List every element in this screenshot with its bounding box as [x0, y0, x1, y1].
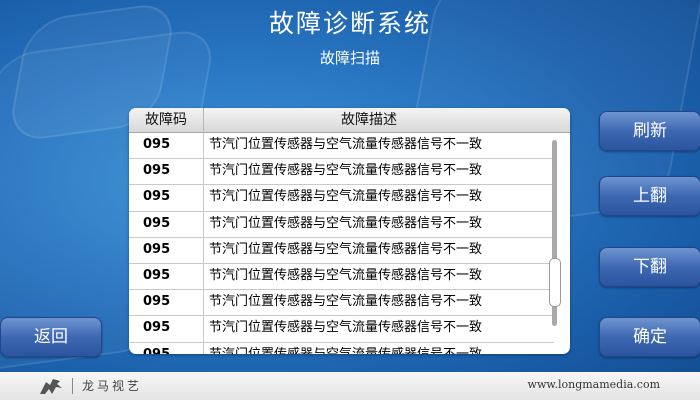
column-divider	[203, 237, 204, 263]
footer-bar: 龙马视艺 www.longmamedia.com	[0, 372, 700, 400]
fault-code: 095	[143, 163, 171, 179]
fault-code: 095	[143, 294, 171, 310]
column-divider	[203, 211, 204, 237]
fault-description: 节汽门位置传感器与空气流量传感器信号不一致	[209, 163, 483, 179]
fault-description: 节汽门位置传感器与空气流量传感器信号不一致	[209, 189, 483, 205]
refresh-button[interactable]: 刷新	[599, 111, 700, 151]
fault-code-table: 故障码 故障描述 095 节汽门位置传感器与空气流量传感器信号不一致 095 节…	[129, 108, 570, 354]
footer-divider	[72, 378, 73, 394]
column-divider	[203, 263, 204, 290]
fault-description: 节汽门位置传感器与空气流量传感器信号不一致	[209, 215, 483, 231]
table-row[interactable]: 095 节汽门位置传感器与空气流量传感器信号不一致	[129, 211, 554, 238]
table-row[interactable]: 095 节汽门位置传感器与空气流量传感器信号不一致	[129, 263, 554, 291]
fault-description: 节汽门位置传感器与空气流量传感器信号不一致	[209, 267, 483, 283]
column-divider	[203, 133, 204, 159]
fault-code: 095	[143, 346, 171, 355]
column-divider	[203, 342, 204, 354]
table-body: 095 节汽门位置传感器与空气流量传感器信号不一致 095 节汽门位置传感器与空…	[129, 133, 554, 354]
page-up-button[interactable]: 上翻	[599, 176, 700, 216]
fault-description: 节汽门位置传感器与空气流量传感器信号不一致	[209, 294, 483, 310]
fault-description: 节汽门位置传感器与空气流量传感器信号不一致	[209, 320, 483, 336]
fault-code: 095	[143, 241, 171, 257]
column-divider	[203, 159, 204, 185]
page-down-button[interactable]: 下翻	[599, 247, 700, 287]
brand-name: 龙马视艺	[82, 379, 143, 393]
fault-code: 095	[143, 320, 171, 336]
table-row[interactable]: 095 节汽门位置传感器与空气流量传感器信号不一致	[129, 185, 554, 212]
fault-code: 095	[143, 137, 171, 152]
page-subtitle: 故障扫描	[319, 49, 380, 67]
horse-logo-icon	[40, 379, 62, 394]
table-row[interactable]: 095 节汽门位置传感器与空气流量传感器信号不一致	[129, 316, 554, 343]
column-header-code: 故障码	[129, 108, 204, 132]
table-row[interactable]: 095 节汽门位置传感器与空气流量传感器信号不一致	[129, 159, 554, 186]
table-row[interactable]: 095 节汽门位置传感器与空气流量传感器信号不一致	[129, 133, 554, 160]
table-header: 故障码 故障描述	[129, 108, 570, 133]
column-header-description: 故障描述	[341, 112, 397, 128]
fault-code: 095	[143, 189, 171, 205]
fault-code: 095	[143, 267, 171, 283]
fault-description: 节汽门位置传感器与空气流量传感器信号不一致	[209, 346, 483, 355]
column-divider	[203, 290, 204, 316]
website-url: www.longmamedia.com	[527, 378, 660, 391]
scrollbar-thumb[interactable]	[549, 258, 561, 307]
table-row[interactable]: 095 节汽门位置传感器与空气流量传感器信号不一致	[129, 237, 554, 264]
column-divider	[203, 316, 204, 342]
table-row[interactable]: 095 节汽门位置传感器与空气流量传感器信号不一致	[129, 290, 554, 317]
fault-description: 节汽门位置传感器与空气流量传感器信号不一致	[209, 241, 483, 257]
fault-description: 节汽门位置传感器与空气流量传感器信号不一致	[209, 137, 483, 152]
column-divider	[203, 185, 204, 211]
page-title: 故障诊断系统	[268, 9, 431, 38]
confirm-button[interactable]: 确定	[599, 317, 700, 357]
fault-code: 095	[143, 215, 171, 231]
back-button[interactable]: 返回	[0, 317, 102, 357]
table-row[interactable]: 095 节汽门位置传感器与空气流量传感器信号不一致	[129, 342, 554, 355]
